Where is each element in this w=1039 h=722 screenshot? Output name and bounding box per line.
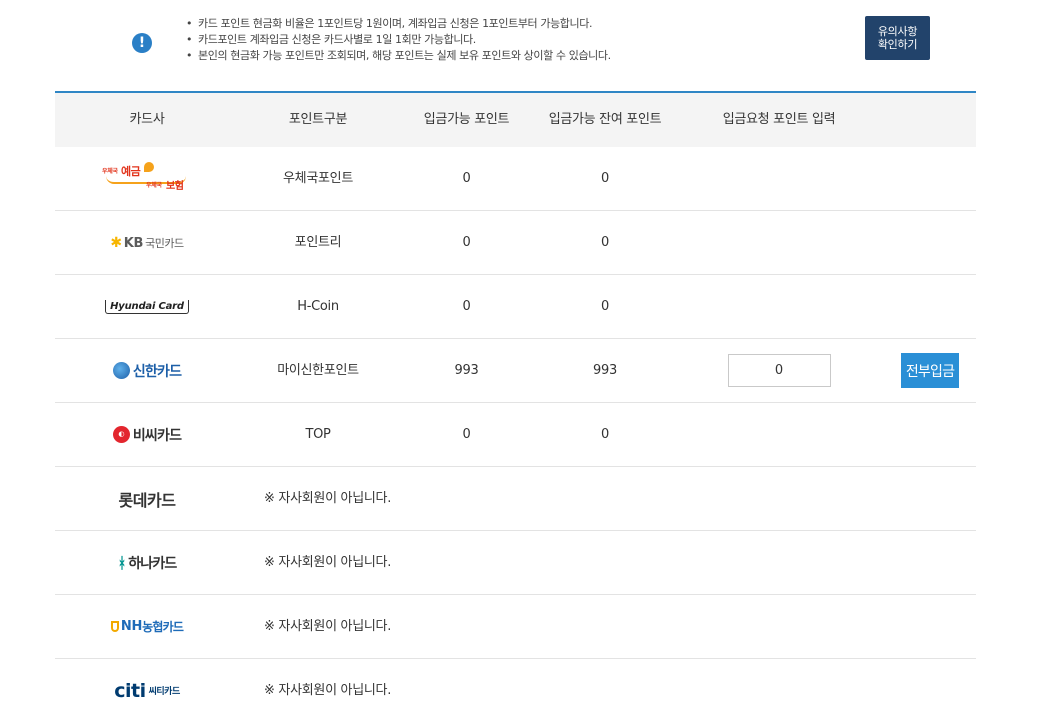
available-points: 0 [462,299,471,314]
hana-logo: ᚼ 하나카드 [117,553,177,573]
check-notice-button[interactable]: 유의사항 확인하기 [865,16,930,60]
hyundai-logo: Hyundai Card [105,299,189,314]
notice-item: 카드포인트 계좌입금 신청은 카드사별로 1일 1회만 가능합니다. [186,32,611,48]
point-type: H-Coin [297,299,339,314]
citi-mark-label: citi [114,679,146,702]
card-logo-cell: 롯데카드 [55,467,239,530]
hana-name-label: 하나카드 [128,555,177,572]
hana-symbol-icon: ᚼ [117,553,127,572]
available-points: 0 [462,427,471,442]
table-header: 카드사 포인트구분 입금가능 포인트 입금가능 잔여 포인트 입금요청 포인트 … [55,93,976,147]
epost-bottom-big-label: 보험 [166,180,184,192]
bc-logo: ◐ 비씨카드 [112,425,182,445]
header-point-type: 포인트구분 [288,112,348,127]
kb-mark-label: KB [123,235,144,251]
header-card-company: 카드사 [129,112,165,127]
not-member-note: ※ 자사회원이 아닙니다. [264,683,392,698]
card-logo-cell: 신한카드 [55,339,239,402]
remaining-points: 0 [601,427,609,442]
point-type: 마이신한포인트 [277,363,359,378]
card-points-table: 카드사 포인트구분 입금가능 포인트 입금가능 잔여 포인트 입금요청 포인트 … [55,91,976,722]
kb-logo: ✱ KB 국민카드 [110,234,184,251]
point-type: 포인트리 [294,235,342,250]
epost-bottom-label: 우체국 [146,181,162,189]
point-type: 우체국포인트 [283,171,353,186]
shinhan-name-label: 신한카드 [132,363,182,380]
header-remaining-points: 입금가능 잔여 포인트 [548,112,662,127]
table-row: ◐ 비씨카드 TOP 0 0 [55,403,976,467]
epost-leaf-icon [144,161,154,172]
available-points: 993 [454,363,479,378]
table-row: NH농협카드 ※ 자사회원이 아닙니다. [55,595,976,659]
table-row: 신한카드 마이신한포인트 993 993 전부입금 [55,339,976,403]
header-available-points: 입금가능 포인트 [423,112,510,127]
card-logo-cell: NH농협카드 [55,595,239,658]
shinhan-symbol-icon [112,362,130,379]
table-row: 롯데카드 ※ 자사회원이 아닙니다. [55,467,976,531]
not-member-note: ※ 자사회원이 아닙니다. [264,491,392,506]
nh-symbol-icon [110,621,119,632]
table-row: ✱ KB 국민카드 포인트리 0 0 [55,211,976,275]
kb-star-icon: ✱ [110,234,122,251]
nh-logo: NH농협카드 [110,618,184,635]
remaining-points: 0 [601,299,609,314]
deposit-all-button[interactable]: 전부입금 [901,353,959,388]
check-notice-button-line2: 확인하기 [877,38,918,51]
card-logo-cell: citi 씨티카드 [55,659,239,722]
citi-name-label: 씨티카드 [148,687,181,697]
epost-logo: 우체국 예금 우체국 보험 [102,161,192,194]
bc-name-label: 비씨카드 [132,427,182,444]
available-points: 0 [462,171,471,186]
request-input-cell [674,339,884,402]
notice-item: 본인의 현금화 가능 포인트만 조회되며, 해당 포인트는 실제 보유 포인트와… [186,48,611,64]
nh-mark-label: NH [120,619,143,634]
table-row: Hyundai Card H-Coin 0 0 [55,275,976,339]
table-row: 우체국 예금 우체국 보험 우체국포인트 0 0 [55,147,976,211]
citi-logo: citi 씨티카드 [114,680,180,702]
notice-list: 카드 포인트 현금화 비율은 1포인트당 1원이며, 계좌입금 신청은 1포인트… [186,16,611,64]
table-row: ᚼ 하나카드 ※ 자사회원이 아닙니다. [55,531,976,595]
info-icon: ! [132,33,152,53]
card-logo-cell: ✱ KB 국민카드 [55,211,239,274]
nh-name-label: 농협카드 [142,620,184,634]
header-request-input: 입금요청 포인트 입력 [722,112,836,127]
card-logo-cell: ᚼ 하나카드 [55,531,239,594]
shinhan-logo: 신한카드 [112,361,182,381]
notice-item: 카드 포인트 현금화 비율은 1포인트당 1원이며, 계좌입금 신청은 1포인트… [186,16,611,32]
not-member-note: ※ 자사회원이 아닙니다. [264,619,392,634]
request-points-input[interactable] [727,354,831,387]
not-member-note: ※ 자사회원이 아닙니다. [264,555,392,570]
table-row: citi 씨티카드 ※ 자사회원이 아닙니다. [55,659,976,722]
kb-name-label: 국민카드 [145,236,184,250]
action-cell: 전부입금 [884,339,976,402]
lotte-logo: 롯데카드 [118,490,176,510]
remaining-points: 993 [593,363,617,378]
check-notice-button-line1: 유의사항 [877,25,918,38]
point-type: TOP [305,427,331,442]
notice-section: ! 카드 포인트 현금화 비율은 1포인트당 1원이며, 계좌입금 신청은 1포… [0,0,1039,90]
remaining-points: 0 [601,171,609,186]
epost-top-label: 우체국 [102,167,118,175]
card-logo-cell: 우체국 예금 우체국 보험 [55,147,239,210]
card-logo-cell: Hyundai Card [55,275,239,338]
available-points: 0 [462,235,471,250]
bc-symbol-icon: ◐ [112,426,130,443]
remaining-points: 0 [601,235,609,250]
card-logo-cell: ◐ 비씨카드 [55,403,239,466]
